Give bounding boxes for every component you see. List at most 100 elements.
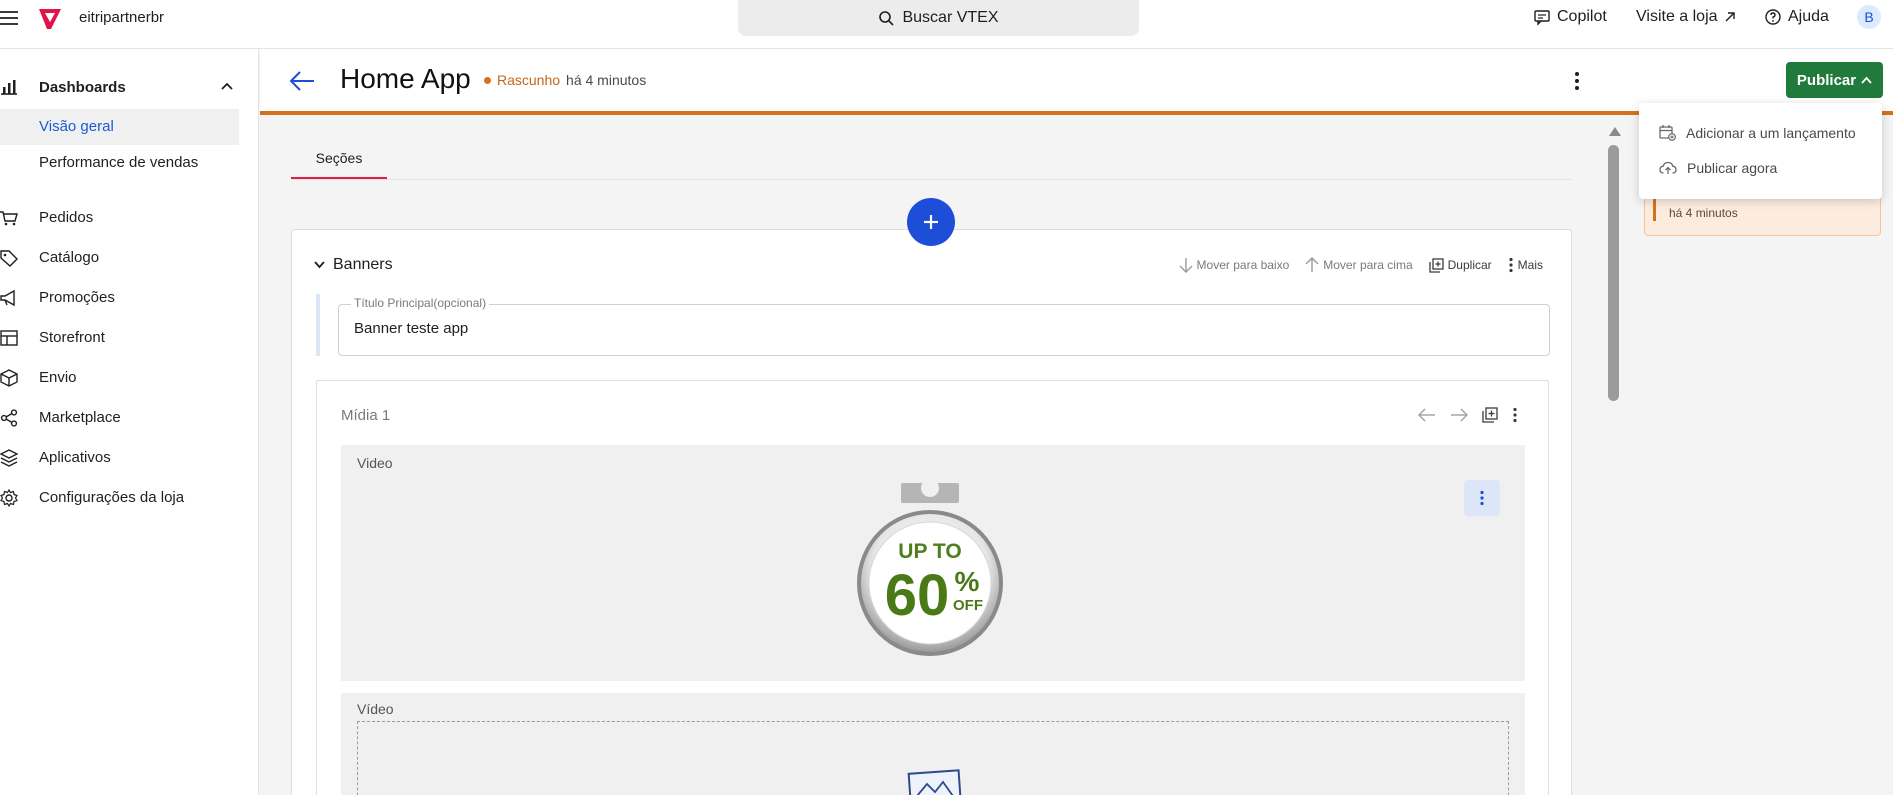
gear-icon bbox=[0, 489, 18, 507]
layers-icon bbox=[0, 449, 18, 467]
arrow-down-icon bbox=[1179, 258, 1193, 273]
chat-icon bbox=[1534, 10, 1550, 26]
menu-item-add-to-launch[interactable]: Adicionar a um lançamento bbox=[1659, 124, 1856, 141]
chevron-down-icon[interactable] bbox=[314, 261, 325, 269]
cloud-upload-icon bbox=[1659, 161, 1677, 174]
more-vertical-icon bbox=[1480, 490, 1484, 506]
video-options-button[interactable] bbox=[1464, 480, 1500, 516]
menu-item-label: Adicionar a um lançamento bbox=[1686, 124, 1856, 141]
menu-item-label: Publicar agora bbox=[1687, 160, 1778, 176]
more-button[interactable]: Mais bbox=[1508, 257, 1543, 273]
megaphone-icon bbox=[0, 289, 15, 307]
more-vertical-icon[interactable] bbox=[1574, 71, 1580, 91]
sidebar: Dashboards Visão geral Performance de ve… bbox=[0, 49, 259, 795]
search-label: Buscar VTEX bbox=[902, 9, 999, 26]
sidebar-item-visao-geral[interactable]: Visão geral bbox=[0, 109, 239, 145]
status-dot-icon bbox=[484, 76, 491, 84]
publish-label: Publicar bbox=[1796, 71, 1857, 89]
video-slot-2[interactable]: Vídeo bbox=[341, 693, 1525, 795]
sidebar-item-performance-de-vendas[interactable]: Performance de vendas bbox=[0, 145, 239, 181]
tab-secoes[interactable]: Seções bbox=[291, 147, 387, 179]
publish-button[interactable]: Publicar bbox=[1786, 62, 1883, 98]
sidebar-item-envio[interactable]: Envio bbox=[0, 363, 240, 393]
sidebar-item-marketplace[interactable]: Marketplace bbox=[0, 403, 240, 433]
avatar[interactable]: B bbox=[1857, 5, 1881, 29]
sidebar-item-label: Storefront bbox=[39, 329, 105, 346]
video-label: Video bbox=[357, 455, 393, 471]
copilot-label: Copilot bbox=[1557, 8, 1607, 25]
main-title-field-label: Título Principal(opcional) bbox=[351, 296, 490, 310]
help-button[interactable]: Ajuda bbox=[1764, 8, 1829, 26]
media-title: Mídia 1 bbox=[341, 407, 391, 424]
box-icon bbox=[0, 369, 18, 387]
status-time: há 4 minutos bbox=[566, 72, 647, 88]
move-up-button[interactable]: Mover para cima bbox=[1305, 257, 1413, 273]
sidebar-item-configuracoes-da-loja[interactable]: Configurações da loja bbox=[0, 483, 240, 513]
publish-dropdown-menu: Adicionar a um lançamento Publicar agora bbox=[1639, 103, 1882, 199]
copilot-button[interactable]: Copilot bbox=[1533, 8, 1607, 26]
sidebar-group-label: Dashboards bbox=[39, 79, 126, 96]
tab-divider bbox=[291, 179, 1571, 180]
sidebar-item-label: Configurações da loja bbox=[39, 489, 185, 506]
section-card: Banners Mover para baixo Mover para cima… bbox=[291, 229, 1572, 795]
badge-percent: % bbox=[955, 566, 980, 597]
hamburger-menu-icon[interactable] bbox=[0, 11, 18, 27]
back-arrow-icon[interactable] bbox=[288, 70, 316, 92]
video-slot-1[interactable]: Video UP TO 60 % OFF bbox=[341, 445, 1525, 681]
arrow-left-icon[interactable] bbox=[1418, 408, 1436, 422]
chevron-up-icon[interactable] bbox=[220, 81, 234, 91]
scroll-up-icon[interactable] bbox=[1609, 127, 1621, 136]
sidebar-item-pedidos[interactable]: Pedidos bbox=[0, 203, 240, 233]
share-icon bbox=[0, 409, 18, 427]
more-vertical-icon[interactable] bbox=[1512, 407, 1518, 423]
search-button[interactable]: Buscar VTEX bbox=[738, 0, 1139, 36]
section-title: Banners bbox=[333, 256, 393, 273]
image-placeholder-icon bbox=[907, 769, 963, 795]
move-up-label: Mover para cima bbox=[1323, 258, 1413, 272]
main-title-field-value[interactable]: Banner teste app bbox=[354, 320, 468, 337]
media-tools bbox=[1418, 407, 1518, 423]
field-accent-bar bbox=[316, 294, 320, 356]
arrow-right-icon[interactable] bbox=[1450, 408, 1468, 422]
section-header[interactable]: Banners bbox=[314, 256, 393, 274]
visit-store-link[interactable]: Visite a loja bbox=[1636, 8, 1736, 26]
scrollbar[interactable] bbox=[1606, 121, 1621, 795]
sidebar-group-dashboards[interactable]: Dashboards bbox=[0, 76, 240, 100]
calendar-add-icon bbox=[1659, 125, 1676, 141]
add-section-button[interactable] bbox=[907, 198, 955, 246]
more-label: Mais bbox=[1517, 258, 1543, 272]
chevron-up-icon bbox=[1861, 76, 1872, 84]
badge-up-to: UP TO bbox=[898, 540, 961, 563]
sidebar-item-storefront[interactable]: Storefront bbox=[0, 323, 240, 353]
search-icon bbox=[879, 11, 895, 26]
sidebar-item-label: Marketplace bbox=[39, 409, 121, 426]
tag-icon bbox=[0, 250, 18, 267]
menu-item-publish-now[interactable]: Publicar agora bbox=[1659, 160, 1777, 176]
sidebar-item-catalogo[interactable]: Catálogo bbox=[0, 243, 240, 273]
vtex-logo[interactable] bbox=[37, 7, 63, 31]
sidebar-item-promocoes[interactable]: Promoções bbox=[0, 283, 240, 313]
main-title-field[interactable]: Título Principal(opcional) Banner teste … bbox=[338, 296, 1550, 356]
media-block: Mídia 1 Video UP TO 60 % OFF Vídeo bbox=[316, 380, 1549, 795]
sidebar-item-aplicativos[interactable]: Aplicativos bbox=[0, 443, 240, 473]
account-name[interactable]: eitripartnerbr bbox=[79, 9, 164, 26]
move-down-label: Mover para baixo bbox=[1196, 258, 1290, 272]
notice-time: há 4 minutos bbox=[1669, 206, 1738, 220]
duplicate-icon bbox=[1428, 257, 1444, 273]
video-label: Vídeo bbox=[357, 701, 394, 717]
duplicate-icon[interactable] bbox=[1482, 407, 1498, 423]
plus-icon bbox=[924, 215, 938, 229]
help-label: Ajuda bbox=[1788, 8, 1829, 25]
discount-badge-image: UP TO 60 % OFF bbox=[857, 483, 1003, 656]
cart-icon bbox=[0, 211, 18, 226]
duplicate-label: Duplicar bbox=[1447, 258, 1492, 272]
sidebar-item-label: Envio bbox=[39, 369, 77, 386]
duplicate-button[interactable]: Duplicar bbox=[1428, 257, 1492, 273]
badge-number: 60 bbox=[885, 563, 950, 628]
move-down-button[interactable]: Mover para baixo bbox=[1179, 257, 1290, 273]
video-dropzone[interactable] bbox=[357, 721, 1509, 795]
visit-store-label: Visite a loja bbox=[1636, 8, 1718, 25]
arrow-up-icon bbox=[1305, 257, 1319, 272]
scroll-thumb[interactable] bbox=[1608, 145, 1619, 401]
content-area: Seções Banners Mover para baixo Mover pa… bbox=[260, 119, 1615, 795]
